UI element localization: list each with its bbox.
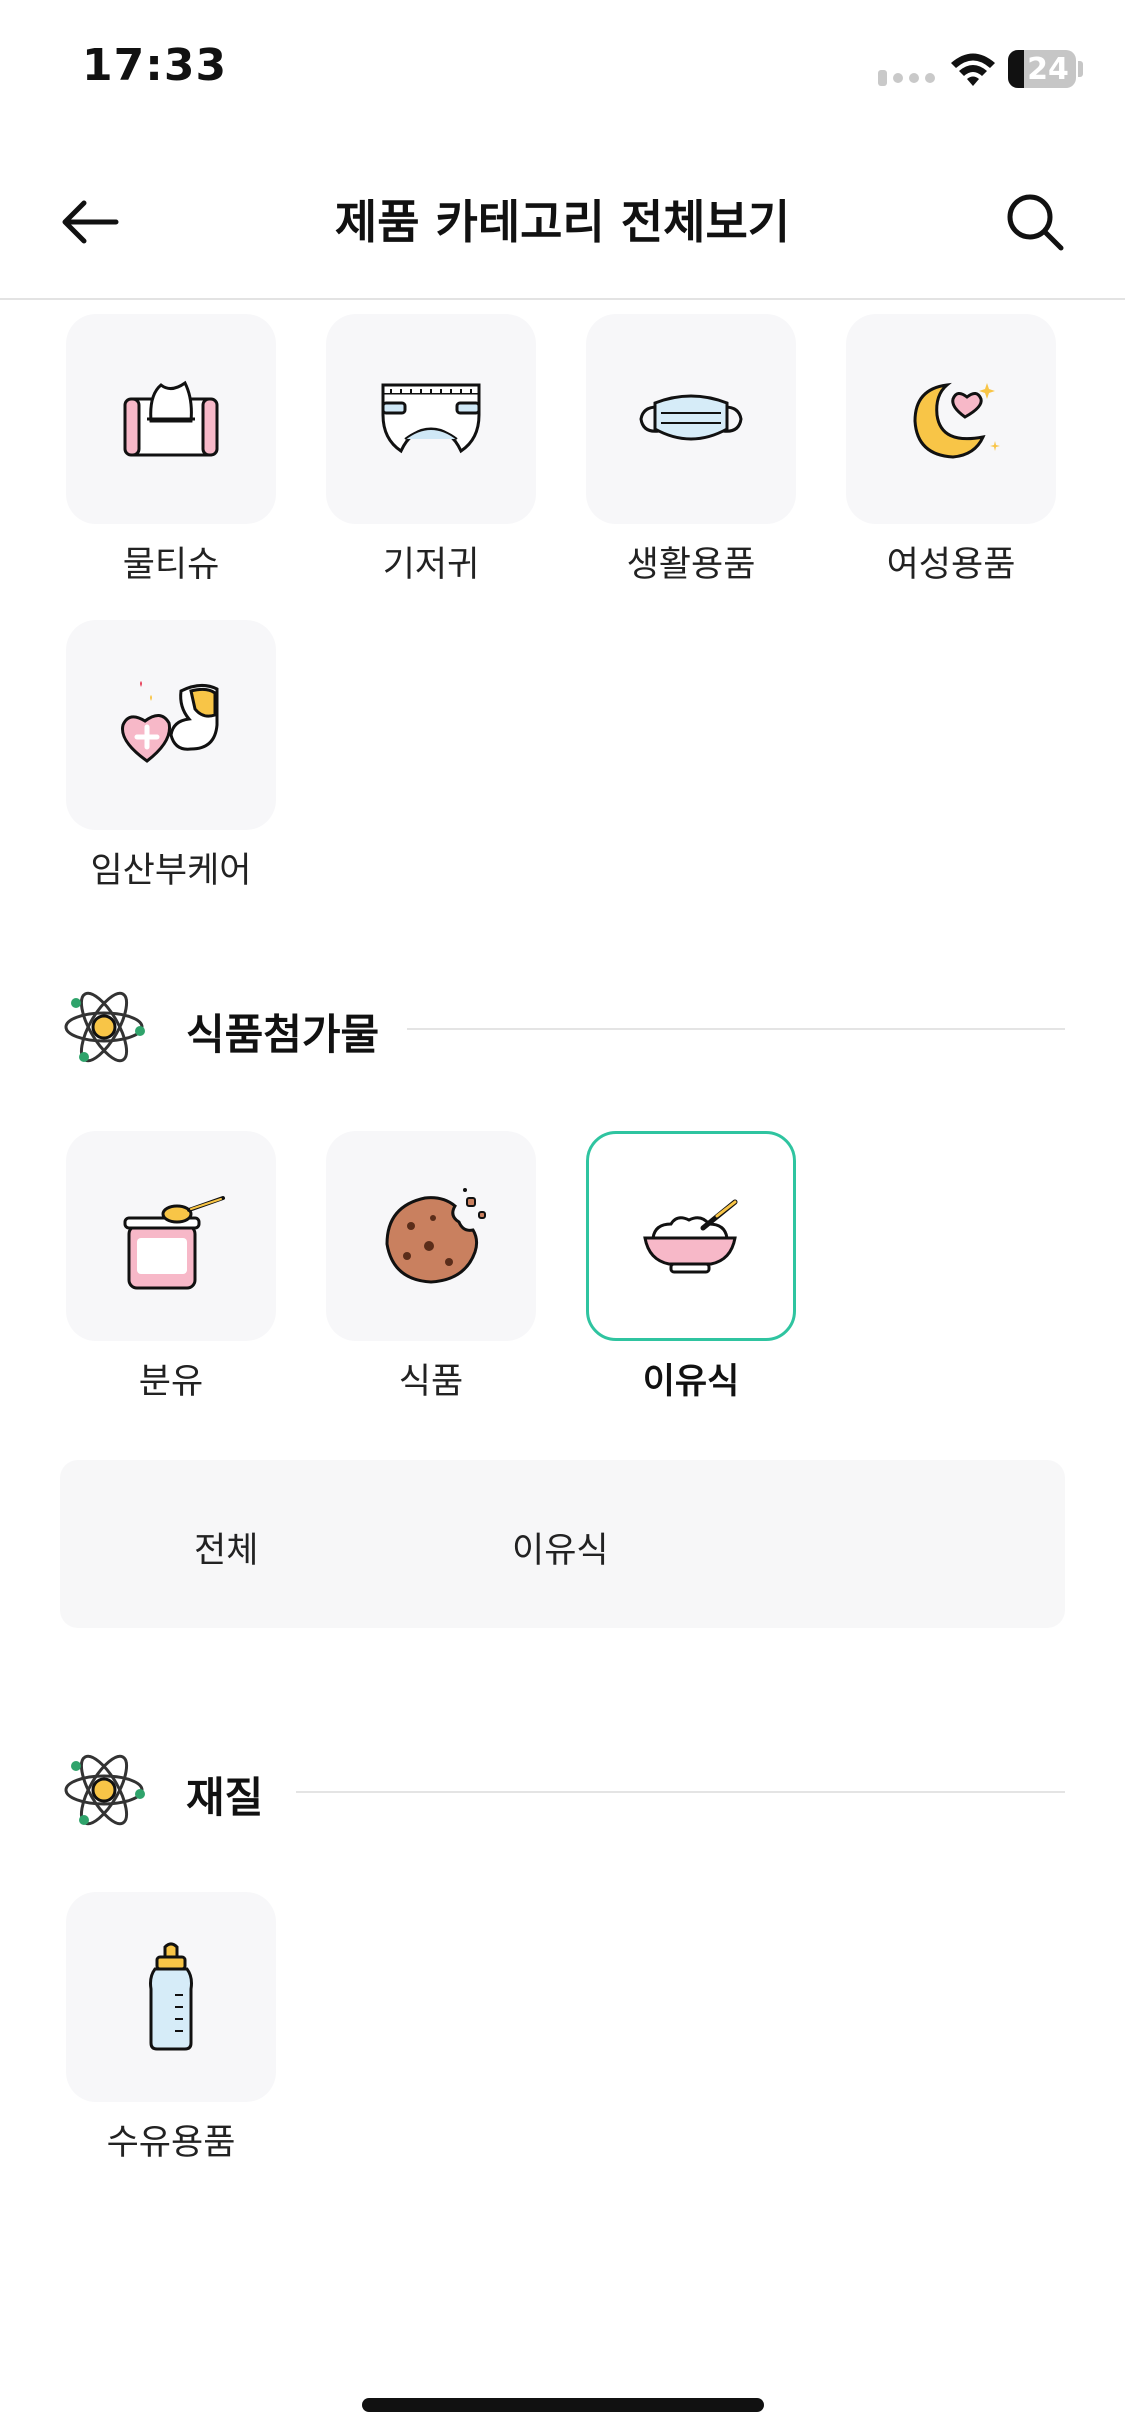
category-tile-feminine[interactable]: 여성용품 [846, 314, 1056, 587]
section-divider [407, 1028, 1065, 1030]
home-indicator [362, 2398, 764, 2412]
subcategory-all[interactable]: 전체 [194, 1522, 258, 1573]
category-tile-baby-food[interactable]: 이유식 [586, 1131, 796, 1404]
atom-icon [64, 1754, 145, 1826]
section-header-material: 재질 [62, 1748, 1065, 1838]
section-title: 재질 [186, 1773, 264, 1822]
wet-wipes-icon [123, 380, 219, 457]
category-tile-formula[interactable]: 분유 [66, 1131, 276, 1404]
category-label: 임산부케어 [90, 851, 252, 891]
section-header-food-additives: 식품첨가물 [62, 985, 1065, 1075]
wifi-icon [951, 53, 995, 86]
category-tile-living[interactable]: 생활용품 [586, 314, 796, 587]
mask-icon [639, 394, 743, 441]
status-time: 17:33 [82, 40, 228, 91]
search-icon [1007, 194, 1064, 251]
page-title: 제품 카테고리 전체보기 [334, 195, 791, 249]
cellular-signal-icon [878, 70, 935, 86]
pregnancy-care-icon [121, 681, 219, 763]
atom-icon [64, 991, 145, 1063]
category-tile-feeding[interactable]: 수유용품 [66, 1892, 276, 2165]
category-tile-food[interactable]: 식품 [326, 1131, 536, 1404]
baby-food-bowl-icon [643, 1199, 738, 1274]
battery-icon: 24 [1008, 50, 1076, 88]
moon-heart-icon [913, 382, 1000, 459]
category-tile-box [66, 1892, 276, 2102]
category-tile-diaper[interactable]: 기저귀 [326, 314, 536, 587]
category-tile-box [326, 314, 536, 524]
category-tile-pregnancy-care[interactable]: 임산부케어 [66, 620, 276, 893]
category-tile-box [66, 620, 276, 830]
nav-bar: 제품 카테고리 전체보기 [0, 150, 1125, 300]
category-tile-box [326, 1131, 536, 1341]
battery-cap [1078, 61, 1083, 77]
category-tile-wet-wipes[interactable]: 물티슈 [66, 314, 276, 587]
category-label: 여성용품 [886, 545, 1016, 585]
category-label: 분유 [138, 1362, 204, 1402]
formula-icon [123, 1196, 225, 1290]
category-label: 식품 [398, 1362, 464, 1402]
category-tile-box-selected [586, 1131, 796, 1341]
cookie-icon [385, 1188, 486, 1284]
baby-bottle-icon [149, 1942, 193, 2051]
subcategory-panel: 전체 이유식 [60, 1460, 1065, 1628]
section-divider [296, 1791, 1065, 1793]
category-label: 수유용품 [106, 2123, 236, 2163]
category-tile-box [586, 314, 796, 524]
category-label: 기저귀 [382, 545, 480, 585]
battery-level: 24 [1027, 52, 1069, 87]
subcategory-baby-food[interactable]: 이유식 [512, 1522, 609, 1573]
diaper-icon [381, 383, 481, 454]
category-label-selected: 이유식 [642, 1362, 740, 1402]
search-button[interactable] [995, 182, 1075, 262]
section-title: 식품첨가물 [186, 1010, 380, 1059]
category-tile-box [66, 314, 276, 524]
category-label: 물티슈 [122, 545, 220, 585]
status-bar: 17:33 24 [0, 0, 1125, 140]
category-tile-box [846, 314, 1056, 524]
category-label: 생활용품 [626, 545, 756, 585]
category-tile-box [66, 1131, 276, 1341]
